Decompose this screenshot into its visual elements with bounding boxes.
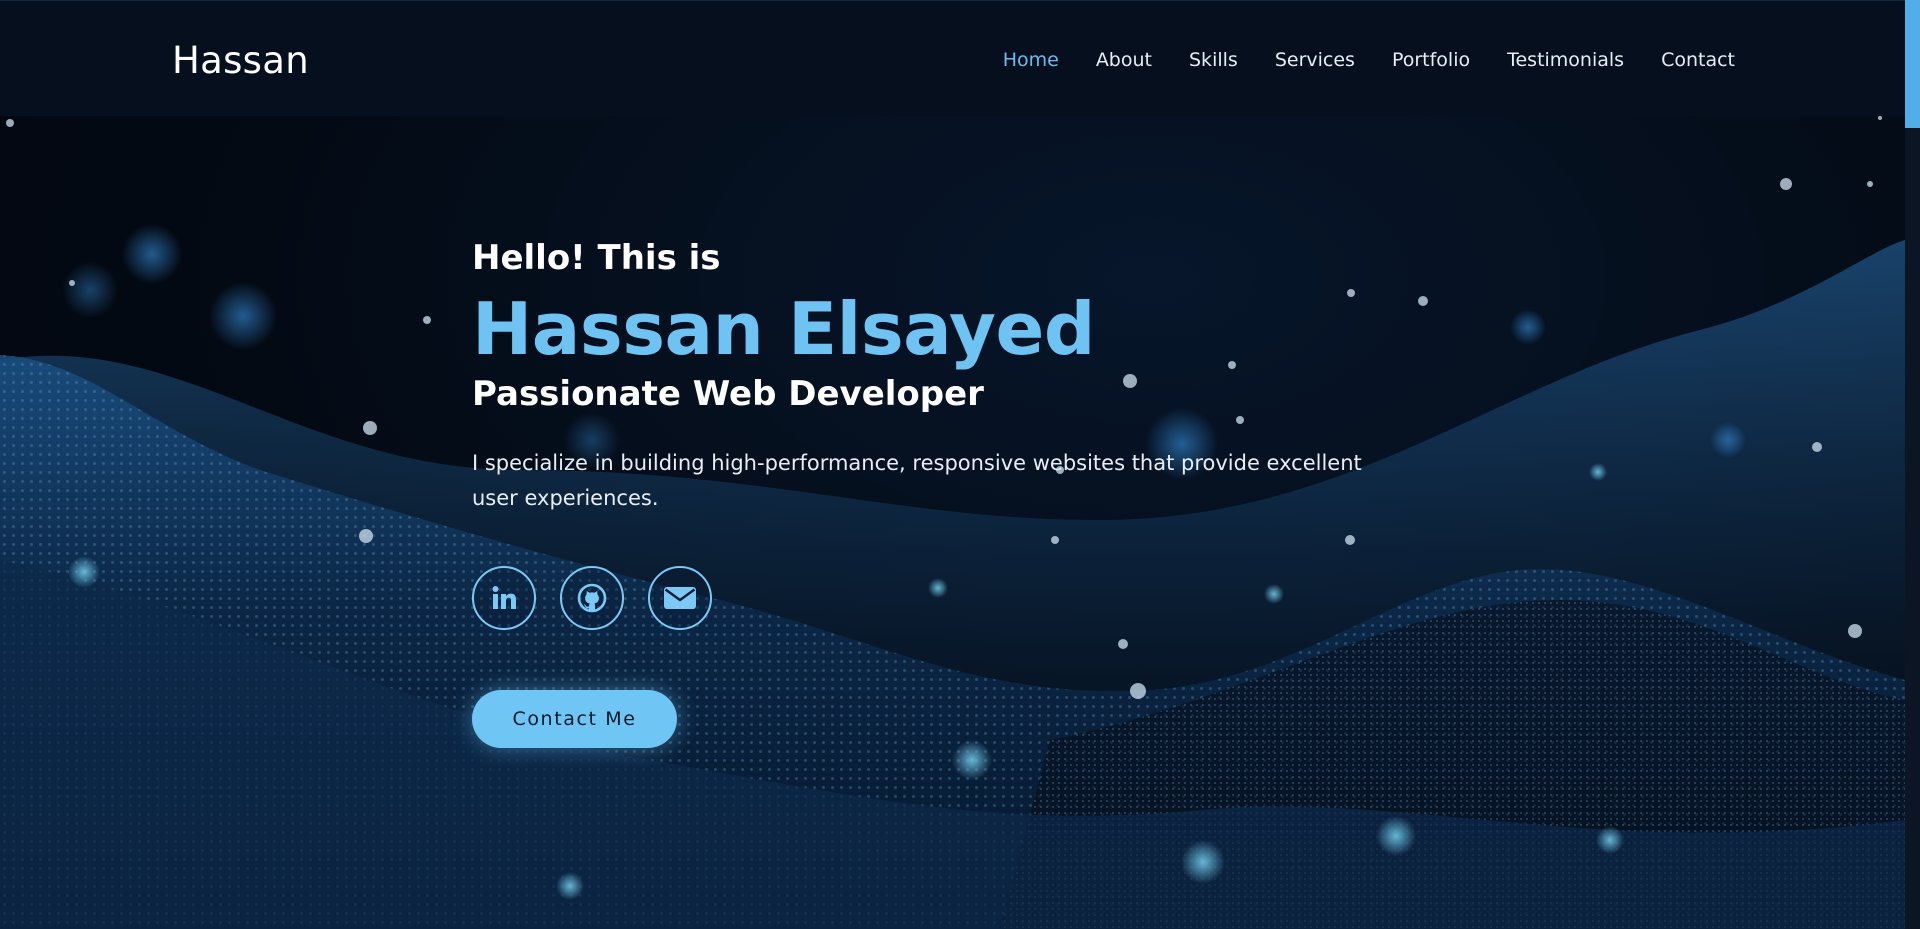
- nav-item-home[interactable]: Home: [1003, 49, 1059, 71]
- hero-section: Hello! This is Hassan Elsayed Passionate…: [472, 236, 1372, 748]
- nav-item-skills[interactable]: Skills: [1189, 49, 1238, 71]
- scrollbar-thumb[interactable]: [1905, 0, 1920, 128]
- github-icon: [577, 583, 607, 613]
- hero-name: Hassan Elsayed: [472, 287, 1095, 371]
- hero-description: I specialize in building high-performanc…: [472, 451, 1362, 510]
- hero-role: Passionate Web Developer: [472, 374, 984, 414]
- page: Hassan Home About Skills Services Portfo…: [0, 0, 1920, 929]
- nav-item-services[interactable]: Services: [1275, 49, 1355, 71]
- hero-greeting: Hello! This is: [472, 238, 721, 278]
- linkedin-icon: [492, 586, 516, 609]
- linkedin-link[interactable]: [472, 566, 536, 630]
- main-nav: Home About Skills Services Portfolio Tes…: [1003, 49, 1735, 71]
- scrollbar[interactable]: [1905, 0, 1920, 929]
- github-link[interactable]: [560, 566, 624, 630]
- nav-item-contact[interactable]: Contact: [1661, 49, 1735, 71]
- social-links: [472, 566, 1372, 630]
- envelope-icon: [664, 587, 696, 609]
- contact-me-button[interactable]: Contact Me: [472, 690, 677, 748]
- navbar: Hassan Home About Skills Services Portfo…: [0, 0, 1905, 116]
- nav-item-about[interactable]: About: [1096, 49, 1152, 71]
- email-link[interactable]: [648, 566, 712, 630]
- nav-item-testimonials[interactable]: Testimonials: [1507, 49, 1624, 71]
- nav-item-portfolio[interactable]: Portfolio: [1392, 49, 1470, 71]
- brand-logo-text[interactable]: Hassan: [172, 39, 309, 82]
